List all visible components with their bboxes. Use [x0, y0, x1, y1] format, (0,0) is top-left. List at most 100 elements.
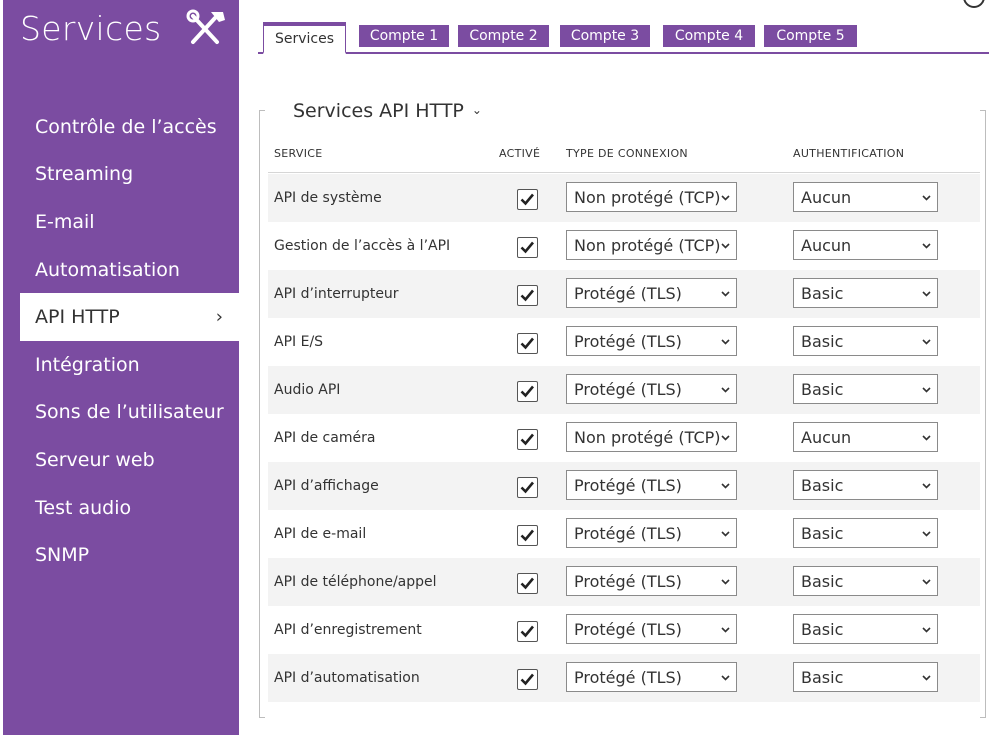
enabled-checkbox[interactable] — [517, 477, 538, 498]
authentication-select[interactable]: Basic — [793, 566, 938, 596]
enabled-checkbox[interactable] — [517, 621, 538, 642]
sidebar-item[interactable]: Serveur web — [3, 436, 239, 484]
checkmark-icon — [520, 193, 534, 206]
service-name: Audio API — [274, 382, 341, 398]
column-header-auth: AUTHENTIFICATION — [793, 147, 905, 160]
sidebar-nav: Contrôle de l’accès Streaming E-mail Automa… — [3, 103, 239, 579]
chevron-down-icon — [721, 435, 730, 441]
connection-type-select[interactable]: Non protégé (TCP) — [566, 230, 737, 260]
help-icon[interactable] — [963, 0, 985, 8]
chevron-down-icon — [922, 291, 931, 297]
enabled-checkbox[interactable] — [517, 525, 538, 546]
connection-type-select[interactable]: Protégé (TLS) — [566, 470, 737, 500]
sidebar-item[interactable]: Automatisation — [3, 246, 239, 294]
chevron-down-icon — [922, 579, 931, 585]
connection-type-select[interactable]: Protégé (TLS) — [566, 614, 737, 644]
services-table: API de système Non protégé (TCP) Aucun Gest… — [268, 174, 980, 702]
sidebar-item-label: API HTTP — [35, 306, 120, 329]
authentication-select[interactable]: Basic — [793, 518, 938, 548]
connection-type-select[interactable]: Protégé (TLS) — [566, 374, 737, 404]
section-title-label: Services API HTTP — [293, 100, 464, 122]
sidebar-title: Services — [20, 9, 162, 48]
sidebar-item[interactable]: Streaming — [3, 151, 239, 199]
checkmark-icon — [520, 289, 534, 302]
authentication-select[interactable]: Basic — [793, 662, 938, 692]
chevron-right-icon: › — [215, 306, 223, 328]
table-row: API de système Non protégé (TCP) Aucun — [268, 174, 980, 222]
sidebar-item-label: Serveur web — [35, 448, 155, 471]
chevron-down-icon — [922, 483, 931, 489]
sidebar-item[interactable]: E-mail — [3, 198, 239, 246]
checkmark-icon — [520, 385, 534, 398]
service-name: API d’enregistrement — [274, 622, 422, 638]
tab[interactable]: Compte 5 — [764, 25, 857, 47]
enabled-checkbox[interactable] — [517, 573, 538, 594]
connection-type-select[interactable]: Protégé (TLS) — [566, 662, 737, 692]
authentication-select[interactable]: Basic — [793, 470, 938, 500]
authentication-select[interactable]: Aucun — [793, 230, 938, 260]
service-name: API de téléphone/appel — [274, 574, 437, 590]
authentication-select[interactable]: Basic — [793, 326, 938, 356]
connection-type-select[interactable]: Protégé (TLS) — [566, 278, 737, 308]
sidebar-item[interactable]: API HTTP › — [20, 293, 239, 341]
connection-type-value: Non protégé (TCP) — [574, 427, 721, 447]
section-title[interactable]: Services API HTTP ⌄ — [293, 100, 482, 122]
table-row: API d’automatisation Protégé (TLS) Basic — [268, 654, 980, 702]
chevron-down-icon — [721, 243, 730, 249]
sidebar-item-label: Sons de l’utilisateur — [35, 401, 224, 424]
enabled-checkbox[interactable] — [517, 333, 538, 354]
sidebar-item[interactable]: Intégration — [3, 341, 239, 389]
checkmark-icon — [520, 625, 534, 638]
chevron-down-icon: ⌄ — [471, 103, 482, 117]
connection-type-value: Protégé (TLS) — [574, 379, 682, 399]
column-header-active: ACTIVÉ — [499, 147, 541, 160]
authentication-select[interactable]: Basic — [793, 278, 938, 308]
service-name: API de e-mail — [274, 526, 367, 542]
sidebar-item-label: E-mail — [35, 210, 95, 233]
tab[interactable]: Compte 1 — [359, 25, 449, 47]
table-row: API de téléphone/appel Protégé (TLS) Basic — [268, 558, 980, 606]
connection-type-select[interactable]: Protégé (TLS) — [566, 518, 737, 548]
chevron-down-icon — [721, 627, 730, 633]
tab[interactable]: Compte 3 — [560, 25, 650, 47]
sidebar-item-label: Automatisation — [35, 258, 180, 281]
authentication-select[interactable]: Basic — [793, 374, 938, 404]
enabled-checkbox[interactable] — [517, 285, 538, 306]
tab[interactable]: Services — [263, 22, 346, 54]
authentication-select[interactable]: Aucun — [793, 182, 938, 212]
connection-type-select[interactable]: Protégé (TLS) — [566, 566, 737, 596]
enabled-checkbox[interactable] — [517, 237, 538, 258]
connection-type-select[interactable]: Non protégé (TCP) — [566, 182, 737, 212]
chevron-down-icon — [922, 243, 931, 249]
column-header-service: SERVICE — [274, 147, 323, 160]
sidebar-item[interactable]: Test audio — [3, 484, 239, 532]
table-row: API de e-mail Protégé (TLS) Basic — [268, 510, 980, 558]
chevron-down-icon — [721, 387, 730, 393]
authentication-select[interactable]: Basic — [793, 614, 938, 644]
authentication-value: Basic — [801, 523, 844, 543]
enabled-checkbox[interactable] — [517, 381, 538, 402]
chevron-down-icon — [721, 579, 730, 585]
authentication-select[interactable]: Aucun — [793, 422, 938, 452]
connection-type-value: Protégé (TLS) — [574, 331, 682, 351]
connection-type-select[interactable]: Non protégé (TCP) — [566, 422, 737, 452]
sidebar-item-label: Test audio — [35, 496, 132, 519]
enabled-checkbox[interactable] — [517, 669, 538, 690]
tab[interactable]: Compte 4 — [663, 25, 755, 47]
chevron-down-icon — [922, 531, 931, 537]
enabled-checkbox[interactable] — [517, 429, 538, 450]
table-row: Gestion de l’accès à l’API Non protégé (T… — [268, 222, 980, 270]
tab[interactable]: Compte 2 — [458, 25, 549, 47]
connection-type-select[interactable]: Protégé (TLS) — [566, 326, 737, 356]
authentication-value: Basic — [801, 331, 844, 351]
authentication-value: Aucun — [801, 187, 852, 207]
sidebar-item-label: SNMP — [35, 544, 90, 567]
sidebar-item[interactable]: Contrôle de l’accès — [3, 103, 239, 151]
checkmark-icon — [520, 577, 534, 590]
table-row: API de caméra Non protégé (TCP) Aucun — [268, 414, 980, 462]
enabled-checkbox[interactable] — [517, 189, 538, 210]
chevron-down-icon — [922, 627, 931, 633]
sidebar-item[interactable]: Sons de l’utilisateur — [3, 389, 239, 437]
authentication-value: Basic — [801, 283, 844, 303]
sidebar-item[interactable]: SNMP — [3, 531, 239, 579]
